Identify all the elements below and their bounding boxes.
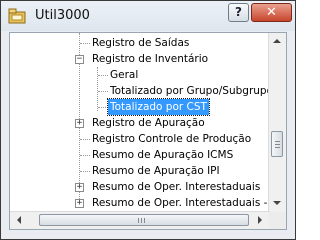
scroll-up-icon[interactable] — [273, 39, 281, 43]
close-button[interactable]: ✕ — [251, 3, 292, 22]
expand-icon[interactable]: + — [75, 119, 84, 128]
tree-connector — [98, 107, 108, 108]
tree-item-totalizado-cst-selected[interactable]: Totalizado por CST — [107, 98, 210, 116]
scroll-down-icon[interactable] — [273, 201, 281, 205]
tree-connector — [80, 43, 90, 44]
tree-item-totalizado-grupo-subgrupo[interactable]: Totalizado por Grupo/Subgrupo — [110, 83, 273, 99]
tree-item-registro-de-inventario[interactable]: Registro de Inventário — [92, 51, 208, 67]
window-title: Util3000 — [35, 8, 90, 23]
vertical-scroll-thumb[interactable] — [271, 131, 283, 157]
tree-connector — [98, 91, 108, 92]
tree-guide-line — [97, 67, 98, 111]
tree-view[interactable]: − + + + Registro de Saídas Registro de I… — [9, 32, 287, 230]
tree-item-geral[interactable]: Geral — [110, 67, 138, 83]
scrollbar-corner — [269, 212, 286, 229]
tree-connector — [80, 171, 90, 172]
scroll-right-icon[interactable] — [258, 216, 262, 224]
help-button[interactable]: ? — [228, 3, 249, 22]
tree-item-resumo-oper-interestaduais[interactable]: Resumo de Oper. Interestaduais — [92, 179, 260, 195]
tree-connector — [80, 139, 90, 140]
tree-item-resumo-apuracao-ipi[interactable]: Resumo de Apuração IPI — [92, 163, 220, 179]
tree-connector — [80, 155, 90, 156]
horizontal-scroll-thumb[interactable] — [39, 214, 249, 226]
tree-connector — [98, 75, 108, 76]
tree-item-resumo-apuracao-icms[interactable]: Resumo de Apuração ICMS — [92, 147, 233, 163]
title-bar[interactable]: Util3000 ? ✕ — [1, 1, 295, 31]
tree-item-registro-controle-producao[interactable]: Registro Controle de Produção — [92, 131, 251, 147]
expand-icon[interactable]: + — [75, 183, 84, 192]
tree-item-registro-de-apuracao[interactable]: Registro de Apuração — [92, 115, 205, 131]
tree-item-registro-de-saidas[interactable]: Registro de Saídas — [92, 35, 189, 51]
vertical-scrollbar[interactable] — [268, 33, 286, 213]
horizontal-scrollbar[interactable] — [10, 211, 270, 229]
scroll-left-icon[interactable] — [17, 216, 21, 224]
expand-icon[interactable]: + — [75, 199, 84, 208]
app-icon — [8, 8, 26, 24]
tree-item-resumo-oper-interestaduais-gim[interactable]: Resumo de Oper. Interestaduais - GIM — [92, 195, 286, 211]
collapse-icon[interactable]: − — [75, 55, 84, 64]
dialog-window: Util3000 ? ✕ − + + + Registro de Saídas … — [0, 0, 296, 240]
